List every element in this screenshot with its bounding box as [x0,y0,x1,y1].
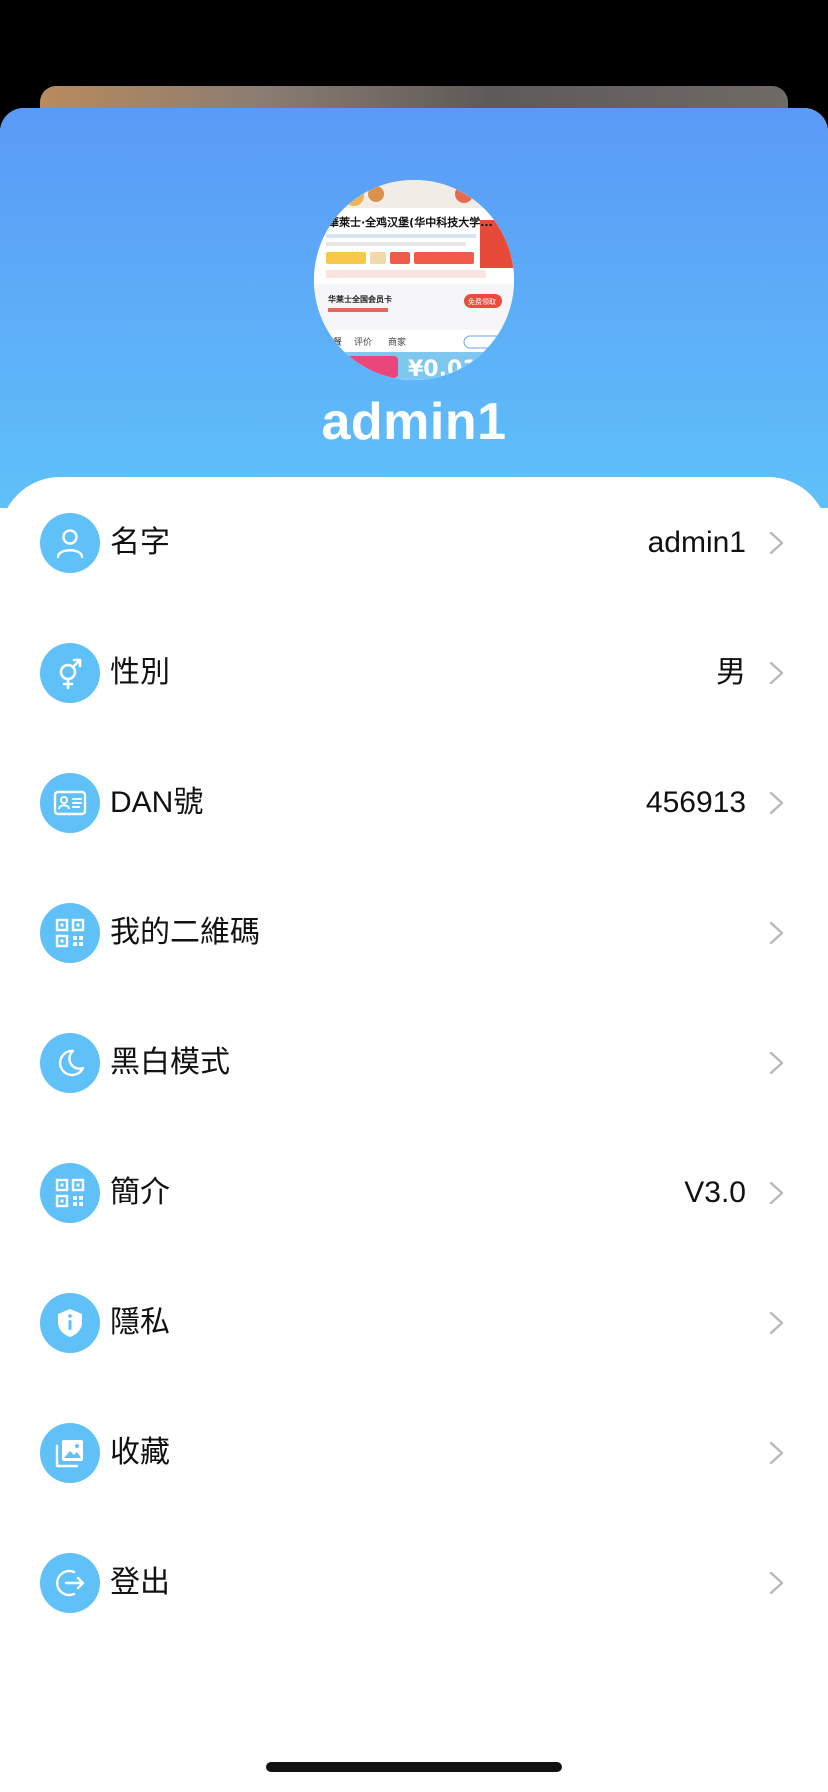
menu-item-label: 名字 [110,526,170,559]
menu-item-dan-number[interactable]: DAN號 456913 [0,741,828,871]
menu-item-label: 簡介 [110,1176,170,1209]
menu-item-label: DAN號 [110,786,204,819]
menu-item-favorites[interactable]: 收藏 [0,1391,828,1521]
chevron-right-icon [769,791,784,815]
avatar-tab-order: 點餐 [324,336,342,348]
chevron-right-icon [769,921,784,945]
avatar-tab-review: 评价 [354,337,372,348]
qr-code-icon [40,903,100,963]
storefront-screenshot-avatar: 華萊士·全鸡汉堡(华中科技大学... 华莱士全国会员卡 免费领取 點餐 评价 商… [314,180,514,380]
menu-item-label: 我的二維碼 [110,916,260,949]
username-title: admin1 [321,393,507,451]
moon-icon [40,1033,100,1093]
chevron-right-icon [769,1181,784,1205]
settings-panel: 名字 admin1 性別 男 DAN號 456913 我的二維碼 黑白模式 簡介… [0,477,828,1792]
profile-sheet: 華萊士·全鸡汉堡(华中科技大学... 华莱士全国会员卡 免费领取 點餐 评价 商… [0,108,828,1792]
menu-item-dark-mode[interactable]: 黑白模式 [0,1001,828,1131]
profile-header: 華萊士·全鸡汉堡(华中科技大学... 华莱士全国会员卡 免费领取 點餐 评价 商… [0,108,828,508]
chevron-right-icon [769,531,784,555]
avatar-promo: ¥0.01 [408,357,478,380]
menu-item-label: 收藏 [110,1436,170,1469]
home-indicator[interactable] [266,1762,562,1772]
menu-item-gender[interactable]: 性別 男 [0,611,828,741]
menu-item-label: 隱私 [110,1306,170,1339]
shield-info-icon [40,1293,100,1353]
chevron-right-icon [769,1311,784,1335]
gender-icon [40,643,100,703]
person-icon [40,513,100,573]
chevron-right-icon [769,1051,784,1075]
menu-item-privacy[interactable]: 隱私 [0,1261,828,1391]
id-card-icon [40,773,100,833]
qr-code-icon [40,1163,100,1223]
menu-item-value: V3.0 [684,1176,746,1209]
member-card-title: 华莱士全国会员卡 [328,294,392,304]
member-card-button: 免费领取 [468,297,496,306]
menu-item-label: 性別 [110,656,170,689]
chevron-right-icon [769,1571,784,1595]
menu-item-logout[interactable]: 登出 [0,1521,828,1651]
chevron-right-icon [769,1441,784,1465]
logout-icon [40,1553,100,1613]
menu-item-value: 男 [716,656,746,689]
avatar[interactable]: 華萊士·全鸡汉堡(华中科技大学... 华莱士全国会员卡 免费领取 點餐 评价 商… [314,180,514,380]
shop-title: 華萊士·全鸡汉堡(华中科技大学... [328,215,493,229]
menu-item-about[interactable]: 簡介 V3.0 [0,1131,828,1261]
chevron-right-icon [769,661,784,685]
menu-item-value: admin1 [647,526,746,559]
menu-item-value: 456913 [645,786,746,819]
menu-item-name[interactable]: 名字 admin1 [0,481,828,611]
photos-icon [40,1423,100,1483]
menu-item-my-qr-code[interactable]: 我的二維碼 [0,871,828,1001]
menu-item-label: 登出 [110,1566,170,1599]
avatar-tab-shop: 商家 [388,336,406,348]
menu-item-label: 黑白模式 [110,1046,230,1079]
